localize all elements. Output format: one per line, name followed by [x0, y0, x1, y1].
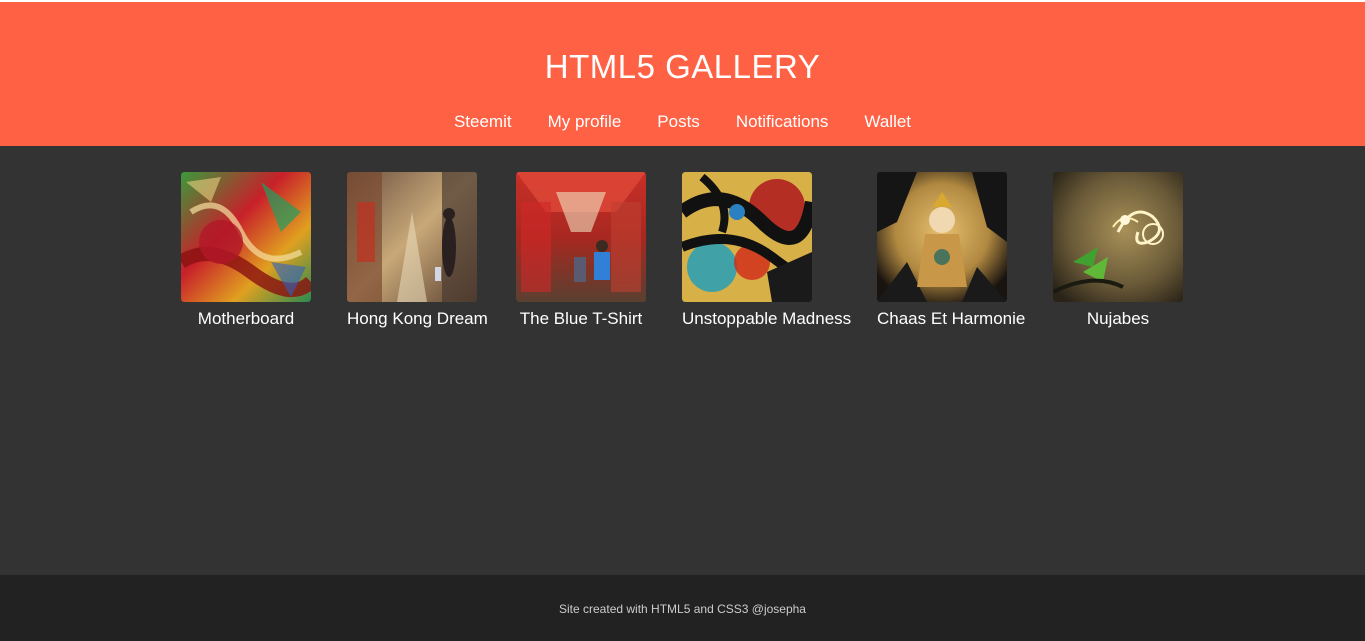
thumbnail-image[interactable] [347, 172, 477, 302]
gallery-caption[interactable]: Nujabes [1053, 309, 1183, 329]
thumbnail-image[interactable] [682, 172, 812, 302]
gallery-item-hong-kong-dream[interactable]: Hong Kong Dream [347, 172, 488, 329]
gallery-item-unstoppable-madness[interactable]: Unstoppable Madness [682, 172, 851, 329]
thumbnail-image[interactable] [516, 172, 646, 302]
nav-item-wallet[interactable]: Wallet [864, 112, 911, 132]
gallery-caption[interactable]: Unstoppable Madness [682, 309, 851, 329]
gallery-caption[interactable]: Motherboard [181, 309, 311, 329]
site-footer: Site created with HTML5 and CSS3 @joseph… [0, 575, 1365, 641]
site-header: HTML5 GALLERY Steemit My profile Posts N… [0, 2, 1365, 146]
gallery-caption[interactable]: Chaas Et Harmonie [877, 309, 1025, 329]
gallery: Motherboard Hong Kong Dream The Blue T-S… [0, 146, 1365, 575]
site-title: HTML5 GALLERY [544, 48, 821, 85]
gallery-item-motherboard[interactable]: Motherboard [181, 172, 311, 329]
thumbnail-image[interactable] [1053, 172, 1183, 302]
gallery-item-the-blue-t-shirt[interactable]: The Blue T-Shirt [516, 172, 646, 329]
nav-item-my-profile[interactable]: My profile [548, 112, 622, 132]
gallery-caption[interactable]: The Blue T-Shirt [516, 309, 646, 329]
gallery-item-chaas-et-harmonie[interactable]: Chaas Et Harmonie [877, 172, 1025, 329]
nav-item-notifications[interactable]: Notifications [736, 112, 829, 132]
gallery-caption[interactable]: Hong Kong Dream [347, 309, 488, 329]
thumbnail-image[interactable] [181, 172, 311, 302]
main-nav: Steemit My profile Posts Notifications W… [0, 112, 1365, 132]
nav-item-steemit[interactable]: Steemit [454, 112, 512, 132]
thumbnail-image[interactable] [877, 172, 1007, 302]
gallery-item-nujabes[interactable]: Nujabes [1053, 172, 1183, 329]
footer-credit: Site created with HTML5 and CSS3 @joseph… [559, 602, 806, 616]
nav-item-posts[interactable]: Posts [657, 112, 700, 132]
